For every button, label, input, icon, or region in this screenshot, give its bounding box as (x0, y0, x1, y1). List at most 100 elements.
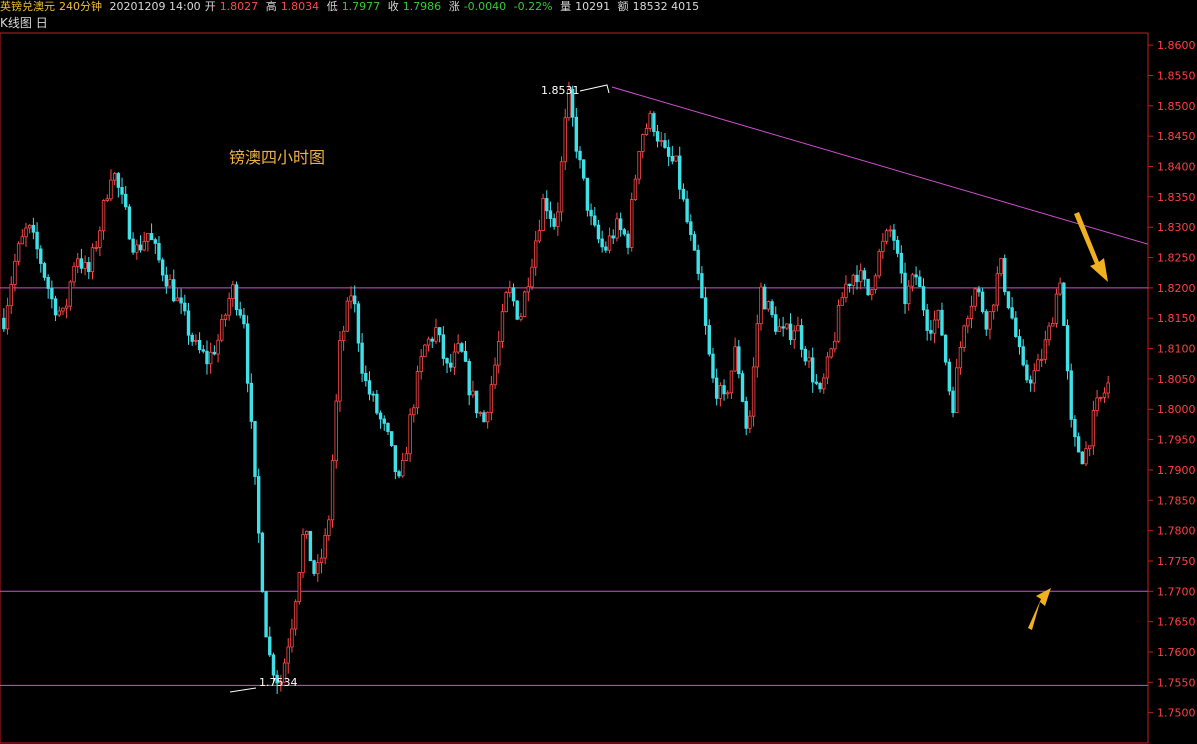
candle-down (515, 300, 519, 320)
candle-up (955, 367, 959, 413)
candle-down (762, 286, 767, 310)
candle-up (729, 370, 734, 394)
candle-down (382, 418, 386, 424)
chart-title: 镑澳四小时图 (229, 148, 325, 167)
candle-down (46, 277, 50, 289)
candle-down (1076, 436, 1081, 453)
candle-down (984, 311, 988, 330)
candle-up (884, 230, 889, 242)
candle-down (582, 159, 586, 179)
candle-up (530, 266, 534, 288)
candle-up (785, 323, 789, 329)
candle-up (910, 274, 915, 287)
candle-down (39, 248, 43, 264)
candle-down (921, 286, 926, 311)
candle-down (308, 530, 313, 562)
candle-down (153, 239, 157, 244)
candle-up (873, 275, 878, 290)
candle-up (194, 339, 198, 342)
candle-down (678, 155, 682, 190)
candle-down (1017, 336, 1022, 348)
candle-up (1036, 359, 1040, 372)
candle-down (1010, 307, 1014, 319)
candle-up (1043, 339, 1048, 360)
candle-up (1032, 370, 1036, 384)
candle-up (20, 236, 25, 245)
plot-frame (0, 32, 1149, 744)
candle-up (907, 285, 911, 305)
candle-down (977, 288, 981, 293)
candle-up (1051, 322, 1055, 327)
candle-up (877, 251, 881, 277)
candle-down (183, 302, 187, 312)
candle-down (179, 297, 183, 304)
candle-up (1087, 445, 1092, 450)
high-marker-line (579, 84, 610, 94)
candle-up (109, 179, 113, 200)
candle-down (593, 215, 597, 226)
candle-down (847, 283, 852, 286)
trend-line[interactable] (611, 86, 1149, 245)
candle-up (297, 572, 302, 603)
candle-up (76, 258, 80, 267)
candle-down (87, 262, 91, 273)
candle-up (497, 341, 501, 366)
candle-up (840, 297, 844, 306)
candle-up (1039, 358, 1044, 361)
candle-up (349, 295, 353, 302)
candle-down (700, 273, 704, 299)
candle-up (316, 562, 320, 574)
candle-up (412, 407, 416, 416)
candle-up (836, 304, 841, 342)
candle-down (696, 249, 700, 274)
candle-up (293, 601, 298, 630)
candle-down (460, 343, 464, 352)
candle-down (164, 274, 169, 287)
candle-down (242, 314, 246, 325)
candle-down (35, 231, 39, 250)
candle-up (101, 200, 106, 232)
candle-down (264, 591, 268, 638)
arrow-down-icon (1074, 212, 1108, 282)
candle-up (338, 339, 342, 402)
candle-down (79, 258, 84, 269)
candle-up (829, 348, 833, 358)
candle-up (500, 311, 505, 342)
candle-down (652, 113, 656, 132)
candlestick-chart[interactable]: 1.8600 1.8550 1.8500 1.8450 1.8400 1.8350 1.83… (0, 0, 1197, 744)
candle-down (445, 358, 449, 364)
y-tick-label: 1.7750 (1157, 555, 1196, 568)
candle-down (814, 381, 819, 384)
y-tick-label: 1.7500 (1157, 707, 1196, 720)
candle-up (135, 244, 139, 253)
candle-up (301, 534, 305, 574)
candle-up (533, 240, 538, 268)
candle-up (216, 339, 220, 355)
candle-up (844, 283, 848, 299)
candle-up (969, 305, 974, 319)
candle-down (234, 284, 239, 311)
candle-down (353, 295, 357, 305)
y-tick-label: 1.7850 (1157, 494, 1196, 507)
candle-up (1106, 382, 1110, 394)
candle-down (707, 325, 711, 355)
low-price-label: 1.7534 (259, 676, 298, 689)
candle-down (596, 224, 601, 240)
y-tick-label: 1.7550 (1157, 676, 1196, 689)
candle-down (740, 373, 745, 402)
candle-up (822, 377, 826, 390)
y-tick-label: 1.8550 (1157, 69, 1196, 82)
candle-up (851, 274, 856, 286)
candle-down (437, 327, 442, 336)
candle-down (1006, 291, 1011, 309)
candle-up (644, 128, 649, 135)
candle-down (160, 259, 165, 276)
candle-up (419, 356, 423, 372)
candle-up (607, 235, 612, 251)
candle-up (541, 198, 545, 231)
candle-up (641, 134, 645, 152)
candle-up (13, 260, 17, 285)
candle-up (962, 325, 966, 348)
candle-down (903, 272, 907, 305)
candle-up (330, 460, 335, 521)
